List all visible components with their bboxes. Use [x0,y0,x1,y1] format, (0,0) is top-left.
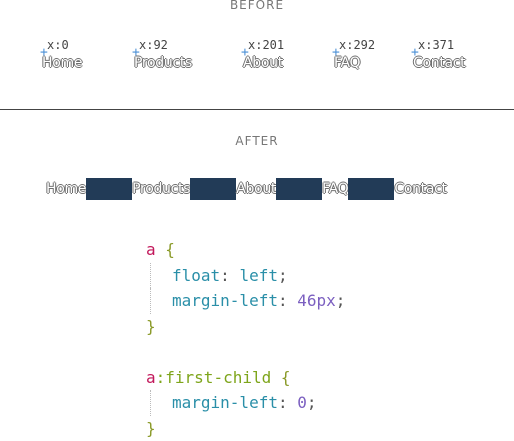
indent-guide [150,263,172,289]
nav-link-about[interactable]: About [236,178,276,200]
nav-link-about[interactable]: About [243,55,283,71]
code-line: float: left; [146,263,345,289]
after-heading: AFTER [0,134,514,148]
css-colon: : [278,291,288,310]
code-line-blank [146,339,345,365]
css-code-block: a { float: left; margin-left: 46px; } a:… [146,237,345,441]
coord-label: x:371 [418,38,454,52]
nav-link-contact[interactable]: Contact [394,178,446,200]
coord-label: x:292 [339,38,375,52]
indent-guide [150,390,172,416]
css-colon: : [220,266,230,285]
margin-gap-box [276,178,322,200]
section-divider [0,109,514,110]
margin-gap-box [86,178,132,200]
code-line: margin-left: 0; [146,390,345,416]
code-line: } [146,314,345,340]
css-brace: { [281,368,291,387]
css-property: float [172,266,220,285]
nav-link-contact[interactable]: Contact [413,55,465,71]
css-semicolon: ; [278,266,288,285]
after-nav-row: Home Products About FAQ Contact [46,178,447,200]
margin-gap-box [190,178,236,200]
nav-link-products[interactable]: Products [132,178,190,200]
css-property: margin-left [172,393,278,412]
css-brace: { [165,240,175,259]
css-property: margin-left [172,291,278,310]
css-semicolon: ; [307,393,317,412]
css-selector: a [146,368,156,387]
nav-link-home[interactable]: Home [42,55,82,71]
css-value: left [239,266,278,285]
css-brace: } [146,419,156,438]
code-line: a { [146,237,345,263]
nav-link-faq[interactable]: FAQ [322,178,348,200]
css-semicolon: ; [336,291,346,310]
nav-link-products[interactable]: Products [134,55,192,71]
code-line: a:first-child { [146,365,345,391]
css-pseudo-class: :first-child [156,368,272,387]
coord-label: x:92 [139,38,168,52]
code-line: } [146,416,345,441]
css-brace: } [146,317,156,336]
before-heading: BEFORE [0,0,514,12]
nav-link-home[interactable]: Home [46,178,86,200]
indent-guide [150,288,172,314]
css-value: 0 [297,393,307,412]
css-value: 46px [297,291,336,310]
css-selector: a [146,240,156,259]
coord-label: x:0 [47,38,69,52]
coord-label: x:201 [248,38,284,52]
code-line: margin-left: 46px; [146,288,345,314]
css-colon: : [278,393,288,412]
margin-gap-box [348,178,394,200]
nav-link-faq[interactable]: FAQ [334,55,360,71]
